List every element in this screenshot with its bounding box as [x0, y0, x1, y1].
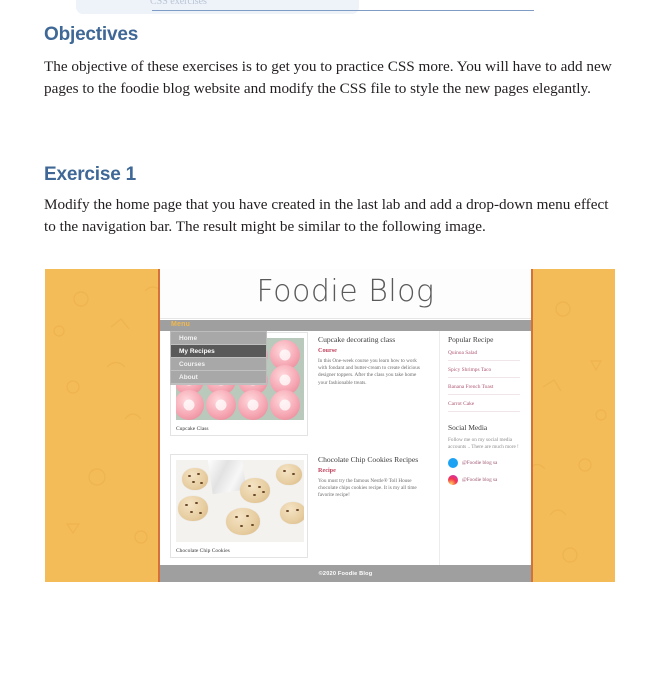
article-2-tag: Recipe [318, 467, 336, 474]
article-cupcake-decorating: Cupcake decorating class Course In this … [318, 335, 424, 387]
site-title: Foodie Blog [256, 274, 435, 309]
card-caption-cookies: Chocolate Chip Cookies [176, 548, 230, 554]
instagram-icon [448, 475, 458, 485]
breadcrumb: CSS exercises [150, 0, 207, 7]
social-account-twitter[interactable]: @Foodie blog sa [448, 458, 529, 468]
card-caption-cupcake: Cupcake Class [176, 426, 209, 432]
article-chocolate-chip-cookies: Chocolate Chip Cookies Recipes Recipe Yo… [318, 455, 424, 500]
objectives-heading: Objectives [44, 24, 139, 45]
recipe-link-banana-french-toast[interactable]: Banana French Toast [448, 384, 520, 395]
cookies-photo [176, 460, 304, 542]
site-footer-text: ©2020 Foodie Blog [318, 570, 373, 577]
page-header-strip: PDF CSS exercises [0, 0, 655, 14]
recipe-link-quinoa-salad[interactable]: Quinoa Salad [448, 350, 520, 361]
article-2-title: Chocolate Chip Cookies Recipes [318, 455, 419, 464]
social-account-instagram[interactable]: @Foodie blog sa [448, 475, 529, 485]
article-2-body: You must try the famous Nestle® Toll Hou… [318, 478, 417, 499]
card-chocolate-chip-cookies: Chocolate Chip Cookies [170, 454, 308, 558]
dropdown-item-my-recipes[interactable]: My Recipes [171, 345, 266, 358]
header-tab[interactable]: PDF [76, 0, 359, 14]
navbar-menu-label[interactable]: Menu [171, 321, 190, 328]
social-media-note: Follow me on my social media accounts ..… [448, 437, 519, 450]
twitter-handle[interactable]: @Foodie blog sa [462, 460, 497, 466]
foodie-blog-mock: Foodie Blog Menu Home My Recipes Courses… [158, 269, 533, 582]
instagram-handle[interactable]: @Foodie blog sa [462, 477, 497, 483]
article-1-tag: Course [318, 347, 337, 354]
exercise-1-paragraph: Modify the home page that you have creat… [44, 196, 609, 235]
site-banner: Foodie Blog [160, 269, 531, 319]
objectives-paragraph: The objective of these exercises is to g… [44, 58, 612, 97]
article-1-body: In this One-week course you learn how to… [318, 358, 420, 386]
header-tab-label: PDF [96, 0, 120, 1]
article-1-title: Cupcake decorating class [318, 335, 396, 344]
dropdown-item-about[interactable]: About [171, 371, 266, 384]
exercise-1-heading: Exercise 1 [44, 164, 137, 185]
header-divider [152, 10, 534, 11]
navbar-dropdown[interactable]: Home My Recipes Courses About [170, 331, 267, 385]
site-footer: ©2020 Foodie Blog [160, 565, 531, 582]
site-navbar[interactable]: Menu [160, 320, 531, 331]
dropdown-item-home[interactable]: Home [171, 332, 266, 345]
twitter-icon [448, 458, 458, 468]
dropdown-item-courses[interactable]: Courses [171, 358, 266, 371]
recipe-link-carrot-cake[interactable]: Carrot Cake [448, 401, 520, 412]
exercise-1-figure: Foodie Blog Menu Home My Recipes Courses… [45, 269, 615, 582]
site-sidebar: Popular Recipe Quinoa Salad Spicy Shrimp… [439, 331, 529, 565]
social-media-heading: Social Media [448, 423, 488, 432]
popular-recipe-heading: Popular Recipe [448, 335, 494, 344]
recipe-link-spicy-shrimps-taco[interactable]: Spicy Shrimps Taco [448, 367, 520, 378]
